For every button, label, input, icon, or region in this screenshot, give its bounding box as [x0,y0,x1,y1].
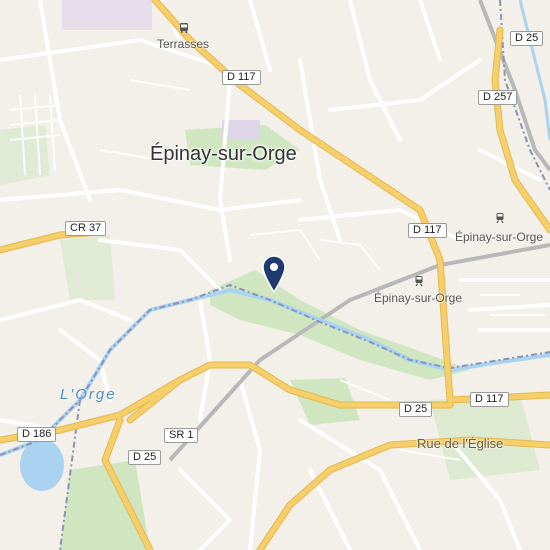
road-shield-d25: D 25 [510,31,544,46]
railway [478,0,550,172]
train-station-icon[interactable] [413,275,425,287]
map-view[interactable]: D 117 D 117 D 117 D 257 D 25 D 25 D 25 C… [0,0,550,550]
station-label-rail: Épinay-sur-Orge [374,291,463,305]
road-shield-sr1: SR 1 [164,428,199,443]
park-area [60,235,115,300]
train-station-icon[interactable] [494,212,506,224]
road-shield-d117: D 117 [222,70,261,85]
road-shield-d186: D 186 [17,427,57,442]
road-shield-d25: D 25 [399,402,433,417]
place-label-terrasses: Terrasses [157,37,210,51]
town-label: Épinay-sur-Orge [150,143,297,165]
river-label: L'Orge [60,386,117,403]
lake [20,439,64,491]
bus-stop-icon[interactable] [178,22,190,34]
station-label-east: Épinay-sur-Orge [455,230,544,244]
school-area [62,0,152,30]
road-shield-cr37: CR 37 [65,221,107,236]
road-shield-d25: D 25 [128,450,162,465]
location-pin-icon[interactable] [261,255,287,293]
park-area [60,460,150,550]
road-shield-d117: D 117 [408,223,447,238]
park-area [0,125,50,185]
road-shield-d257: D 257 [478,90,518,105]
road-shield-d117: D 117 [470,392,509,407]
street-label-eglise: Rue de l'Église [417,436,504,451]
